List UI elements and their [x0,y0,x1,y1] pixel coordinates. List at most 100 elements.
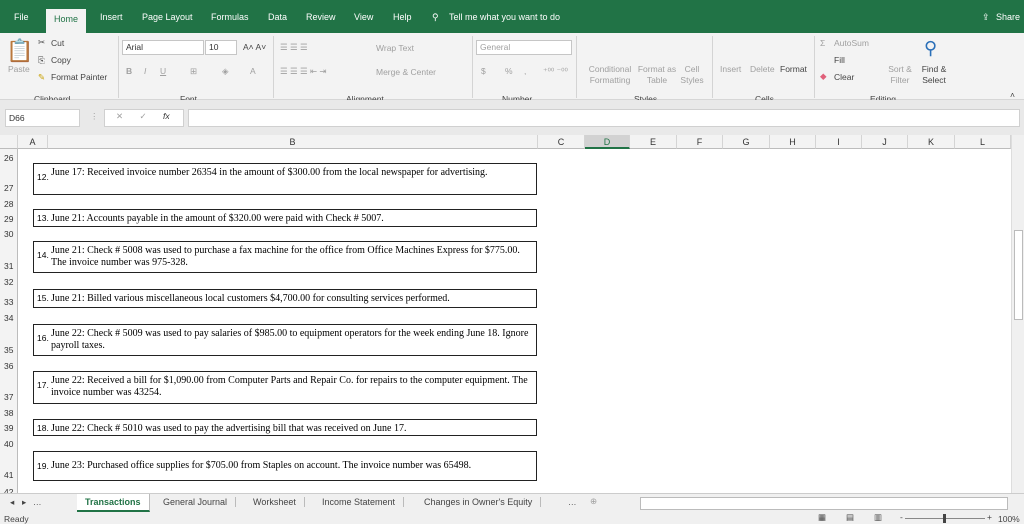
column-header-b[interactable]: B [48,135,538,149]
insert-cells-button[interactable]: Insert [720,64,741,74]
row-header[interactable]: 32 [0,277,18,287]
conditional-formatting-button[interactable]: Conditional Formatting [585,64,635,86]
sheet-tab-income-statement[interactable]: Income Statement [314,497,405,507]
align-top-icon[interactable]: ☰ ☰ ☰ [280,42,308,53]
zoom-slider[interactable] [905,514,985,523]
merge-center-button[interactable]: Merge & Center [376,67,436,77]
copy-button[interactable]: Copy [51,55,71,65]
vertical-scrollbar[interactable] [1011,135,1024,493]
sheet-tab-transactions[interactable]: Transactions [77,494,150,512]
row-header[interactable]: 35 [0,345,18,355]
page-layout-view-icon[interactable]: ▤ [846,512,854,523]
format-cells-button[interactable]: Format [780,64,807,74]
bold-button[interactable]: B [126,66,132,76]
format-painter-button[interactable]: Format Painter [51,72,107,82]
tab-page-layout[interactable]: Page Layout [142,12,193,22]
more-sheets-right-icon[interactable]: … [568,497,577,507]
column-header-e[interactable]: E [630,135,677,149]
fill-button[interactable]: Fill [834,55,845,65]
font-color-icon[interactable]: A [250,66,256,76]
column-header-d[interactable]: D [585,135,630,149]
row-header[interactable]: 31 [0,261,18,271]
tab-data[interactable]: Data [268,12,287,22]
row-header[interactable]: 34 [0,313,18,323]
zoom-out-icon[interactable]: - [900,512,903,522]
delete-cells-button[interactable]: Delete [750,64,775,74]
paste-icon[interactable]: 📋 [6,38,33,64]
cancel-icon[interactable]: ✕ [116,111,123,121]
percent-button[interactable]: % [505,66,513,76]
normal-view-icon[interactable]: ▦ [818,512,826,523]
tab-file[interactable]: File [14,12,29,22]
zoom-in-icon[interactable]: + [987,512,992,522]
add-sheet-icon[interactable]: ⊕ [590,496,597,507]
clear-button[interactable]: Clear [834,72,854,82]
row-header[interactable]: 41 [0,470,18,480]
transaction-textbox[interactable]: 15. June 21: Billed various miscellaneou… [33,289,537,308]
row-header[interactable]: 38 [0,408,18,418]
tab-insert[interactable]: Insert [100,12,123,22]
column-header-h[interactable]: H [770,135,816,149]
transaction-textbox[interactable]: 19. June 23: Purchased office supplies f… [33,451,537,481]
tab-help[interactable]: Help [393,12,412,22]
row-header[interactable]: 36 [0,361,18,371]
find-select-button[interactable]: Find & Select [918,64,950,86]
column-header-k[interactable]: K [908,135,955,149]
function-icon[interactable]: fx [163,111,170,121]
enter-icon[interactable]: ✓ [140,111,147,121]
font-name-select[interactable]: Arial [122,40,204,55]
horizontal-scrollbar[interactable] [640,497,1008,510]
transaction-textbox[interactable]: 16. June 22: Check # 5009 was used to pa… [33,324,537,356]
transaction-textbox[interactable]: 13. June 21: Accounts payable in the amo… [33,209,537,227]
select-all-button[interactable] [0,135,18,149]
column-header-j[interactable]: J [862,135,908,149]
column-header-l[interactable]: L [955,135,1011,149]
row-header[interactable]: 26 [0,153,18,163]
row-header[interactable]: 27 [0,183,18,193]
comma-button[interactable]: , [524,66,526,76]
transaction-textbox[interactable]: 17. June 22: Received a bill for $1,090.… [33,371,537,404]
page-break-view-icon[interactable]: ▥ [874,512,882,523]
prev-sheet-icon[interactable]: ◂ [10,497,14,508]
cell-styles-button[interactable]: Cell Styles [678,64,706,86]
cut-button[interactable]: Cut [51,38,64,48]
row-header[interactable]: 40 [0,439,18,449]
italic-button[interactable]: I [144,66,146,76]
collapse-ribbon-icon[interactable]: ˄ [1010,90,1015,100]
transaction-textbox[interactable]: 12. June 17: Received invoice number 263… [33,163,537,195]
paste-button[interactable]: Paste [8,64,30,74]
fill-color-icon[interactable]: ◈ [222,66,229,77]
row-header[interactable]: 29 [0,214,18,224]
grow-font-icon[interactable]: A˄ A˅ [243,42,266,52]
row-header[interactable]: 39 [0,423,18,433]
align-left-icon[interactable]: ☰ ☰ ☰ ⇤ ⇥ [280,66,327,77]
row-header[interactable]: 33 [0,297,18,307]
tell-me-input[interactable]: Tell me what you want to do [449,12,560,22]
share-icon[interactable]: ⇪ [982,12,990,23]
search-icon[interactable]: ⚲ [432,12,439,23]
tab-review[interactable]: Review [306,12,336,22]
transaction-textbox[interactable]: 18. June 22: Check # 5010 was used to pa… [33,419,537,436]
font-size-select[interactable]: 10 [205,40,237,55]
column-header-f[interactable]: F [677,135,723,149]
formula-input[interactable] [188,109,1020,127]
sheet-tab-general-journal[interactable]: General Journal [155,497,237,507]
tab-view[interactable]: View [354,12,373,22]
currency-button[interactable]: $ [481,66,486,76]
sheet-tab-worksheet[interactable]: Worksheet [245,497,305,507]
column-header-g[interactable]: G [723,135,770,149]
tab-home[interactable]: Home [46,9,87,33]
share-button[interactable]: Share [996,12,1020,22]
column-header-a[interactable]: A [18,135,48,149]
row-header[interactable]: 28 [0,199,18,209]
column-header-i[interactable]: I [816,135,862,149]
decimal-icon[interactable]: ⁺⁰⁰ ⁻⁰⁰ [543,66,568,77]
scroll-thumb[interactable] [1014,230,1023,320]
row-header[interactable]: 30 [0,229,18,239]
row-header[interactable]: 37 [0,392,18,402]
number-format-select[interactable]: General [476,40,572,55]
format-as-table-button[interactable]: Format as Table [636,64,678,86]
tab-formulas[interactable]: Formulas [211,12,249,22]
autosum-button[interactable]: AutoSum [834,38,869,48]
sheet-tab-changes-in-owners-equity[interactable]: Changes in Owner's Equity [416,497,542,507]
